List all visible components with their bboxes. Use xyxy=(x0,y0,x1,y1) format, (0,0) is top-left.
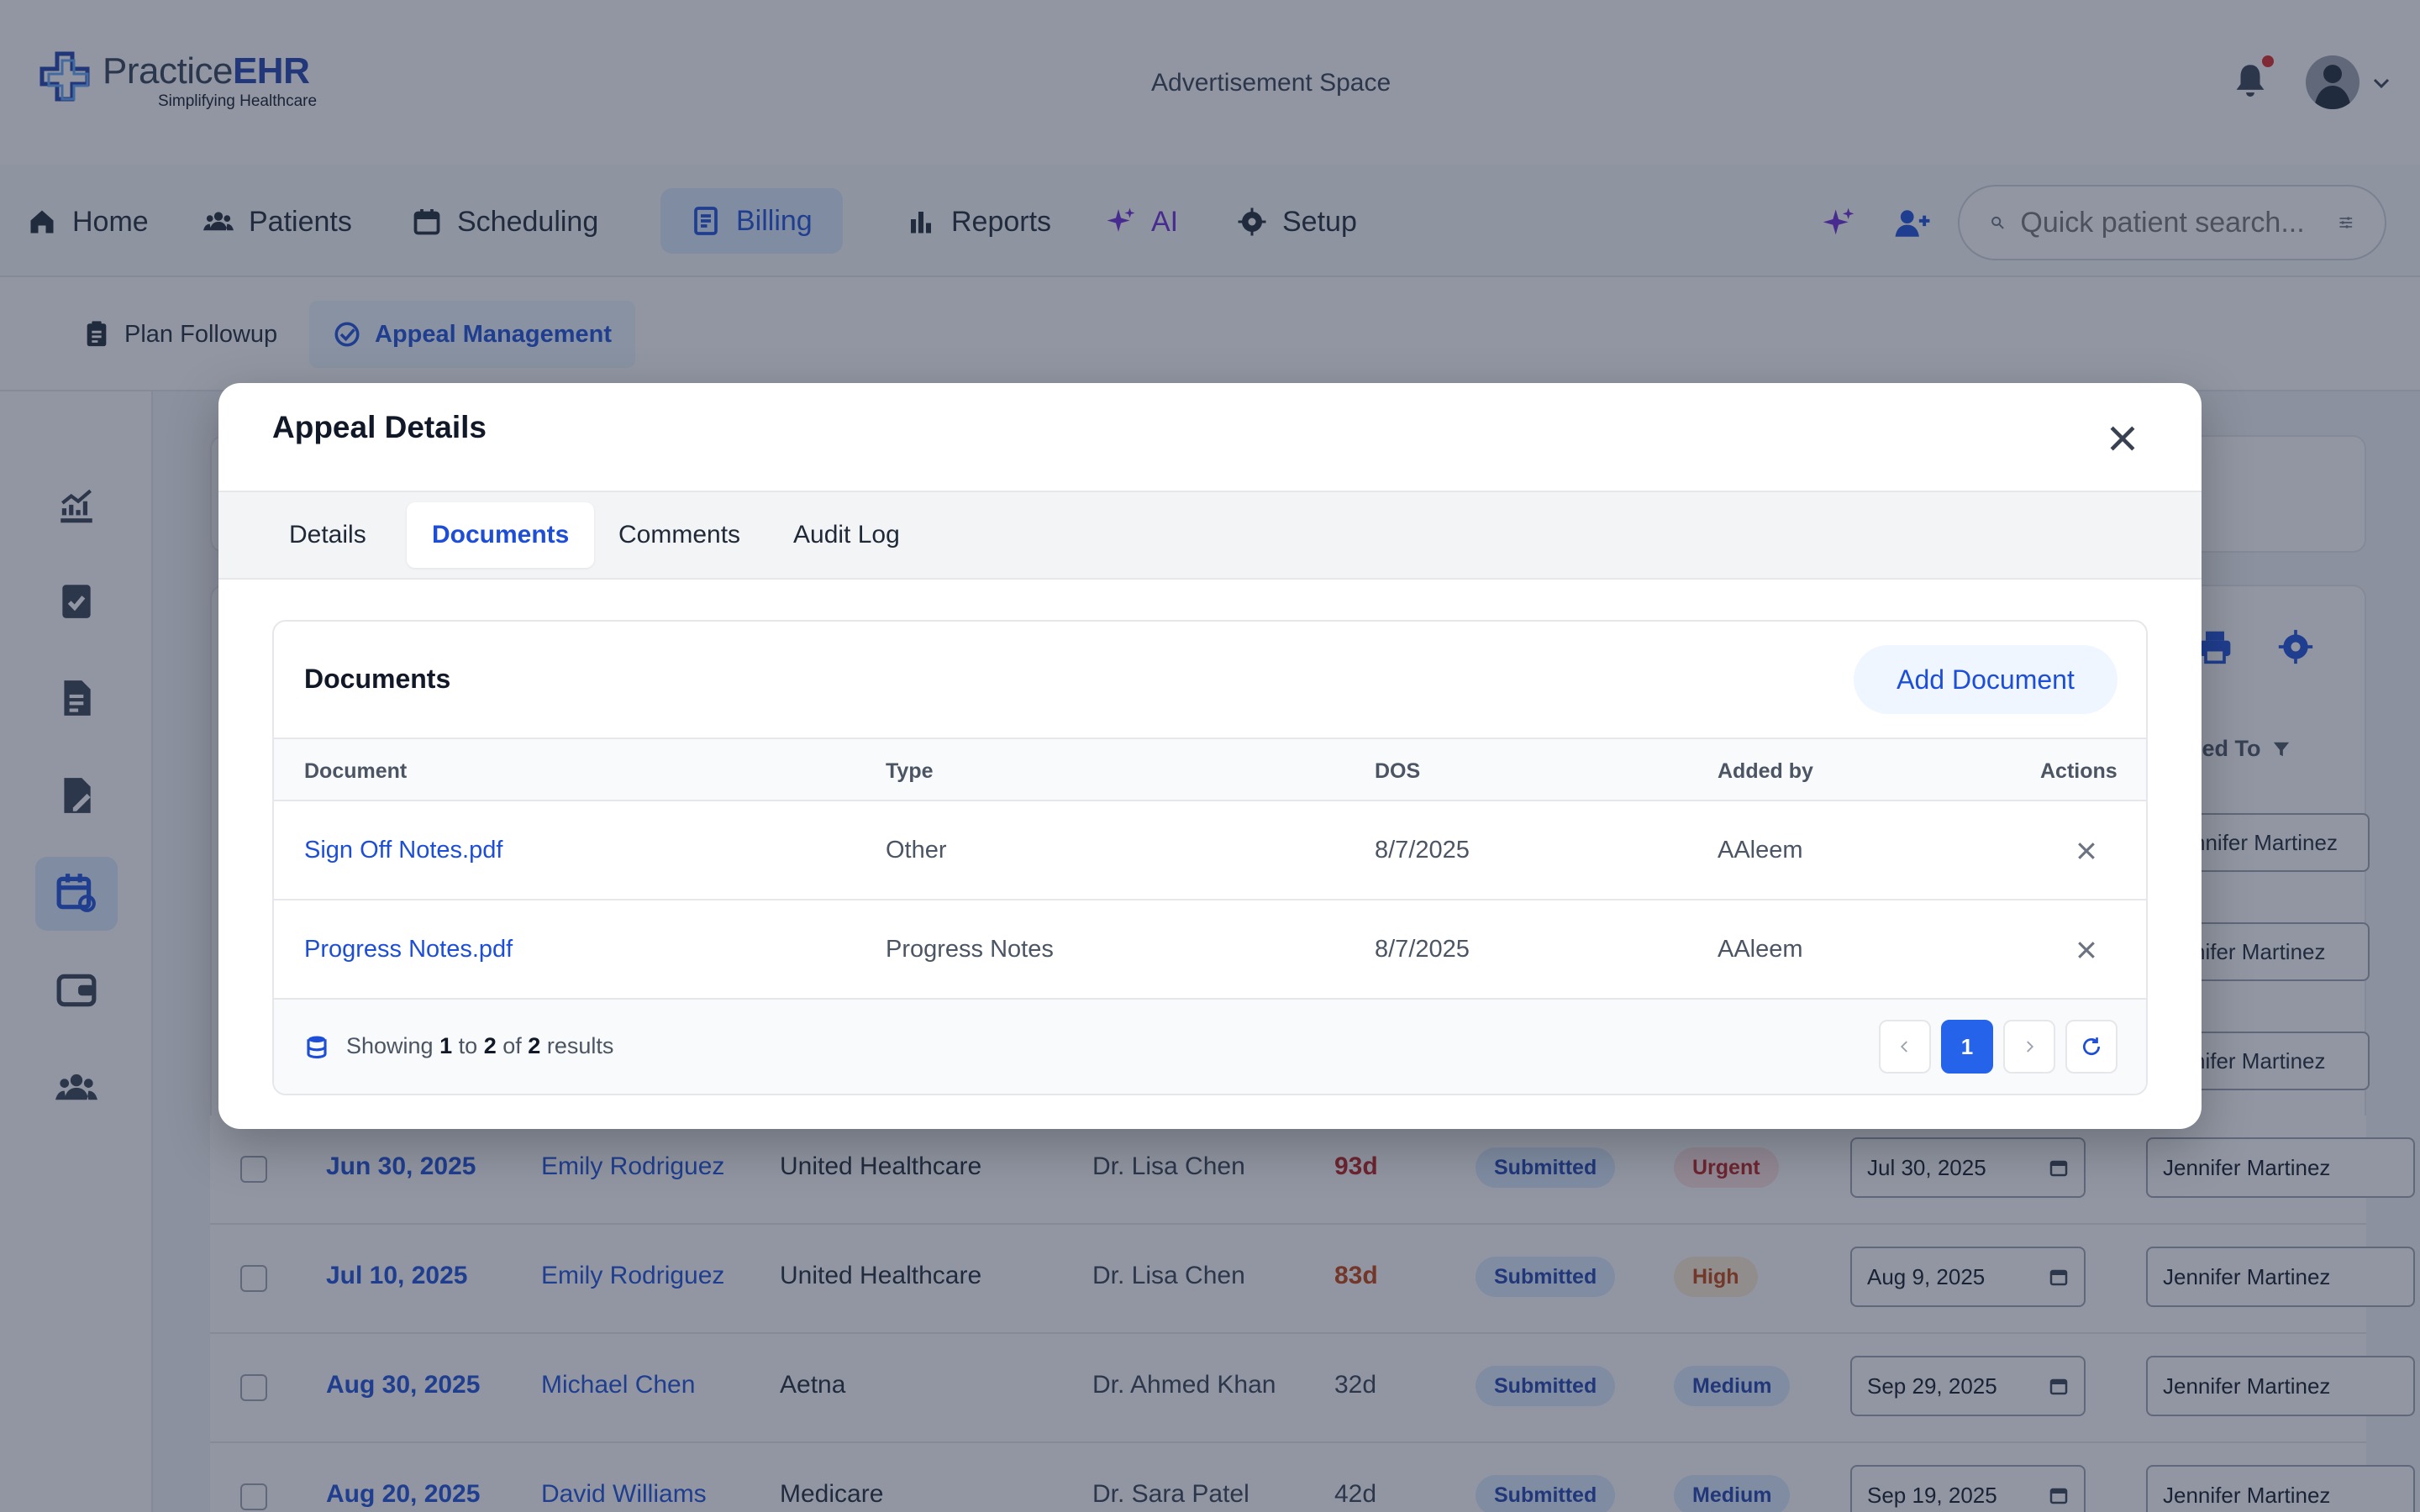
showing-text: Showing xyxy=(346,1033,434,1058)
column-header-dos: DOS xyxy=(1375,759,1421,783)
modal-title: Appeal Details xyxy=(272,410,487,444)
next-page-button[interactable] xyxy=(2003,1020,2055,1074)
document-added-by: AAleem xyxy=(1718,936,1803,963)
documents-header: Documents Add Document xyxy=(274,622,2146,738)
page-button-current[interactable]: 1 xyxy=(1941,1020,1993,1074)
database-icon xyxy=(307,1036,327,1058)
table-row: Sign Off Notes.pdf Other 8/7/2025 AAleem xyxy=(274,801,2146,900)
results-text: results xyxy=(546,1033,614,1058)
add-document-button[interactable]: Add Document xyxy=(1854,645,2118,714)
column-header-added-by: Added by xyxy=(1718,759,1813,783)
results-to: 2 xyxy=(483,1033,497,1058)
documents-card: Documents Add Document Document Type DOS… xyxy=(272,620,2148,1095)
document-link[interactable]: Progress Notes.pdf xyxy=(304,936,513,963)
documents-footer: Showing 1 to 2 of 2 results 1 xyxy=(274,1000,2146,1094)
refresh-button[interactable] xyxy=(2065,1020,2118,1074)
close-icon[interactable] xyxy=(2104,420,2141,457)
refresh-icon xyxy=(2083,1037,2101,1056)
appeal-details-modal: Appeal Details Details Documents Comment… xyxy=(218,383,2202,1129)
documents-table-header: Document Type DOS Added by Actions xyxy=(274,738,2146,801)
column-header-document: Document xyxy=(304,759,408,783)
tab-audit-log[interactable]: Audit Log xyxy=(768,502,925,568)
document-added-by: AAleem xyxy=(1718,837,1803,864)
documents-title: Documents xyxy=(304,664,451,694)
tab-comments[interactable]: Comments xyxy=(593,502,765,568)
prev-page-button[interactable] xyxy=(1879,1020,1931,1074)
delete-document-icon[interactable] xyxy=(2074,838,2099,864)
table-row: Progress Notes.pdf Progress Notes 8/7/20… xyxy=(274,900,2146,1000)
delete-document-icon[interactable] xyxy=(2074,937,2099,963)
document-dos: 8/7/2025 xyxy=(1375,837,1470,864)
document-dos: 8/7/2025 xyxy=(1375,936,1470,963)
results-total: 2 xyxy=(528,1033,541,1058)
modal-tabs: Details Documents Comments Audit Log xyxy=(218,492,2202,580)
modal-header: Appeal Details xyxy=(218,383,2202,492)
chevron-right-icon xyxy=(2027,1041,2034,1053)
column-header-type: Type xyxy=(886,759,934,783)
column-header-actions: Actions xyxy=(2040,759,2118,783)
tab-documents[interactable]: Documents xyxy=(407,502,595,568)
chevron-left-icon xyxy=(1900,1041,1907,1053)
of-text: of xyxy=(502,1033,522,1058)
document-type: Progress Notes xyxy=(886,936,1054,963)
document-link[interactable]: Sign Off Notes.pdf xyxy=(304,837,502,864)
results-from: 1 xyxy=(439,1033,453,1058)
tab-details[interactable]: Details xyxy=(264,502,392,568)
to-text: to xyxy=(458,1033,478,1058)
results-summary: Showing 1 to 2 of 2 results xyxy=(304,1033,613,1059)
document-type: Other xyxy=(886,837,947,864)
